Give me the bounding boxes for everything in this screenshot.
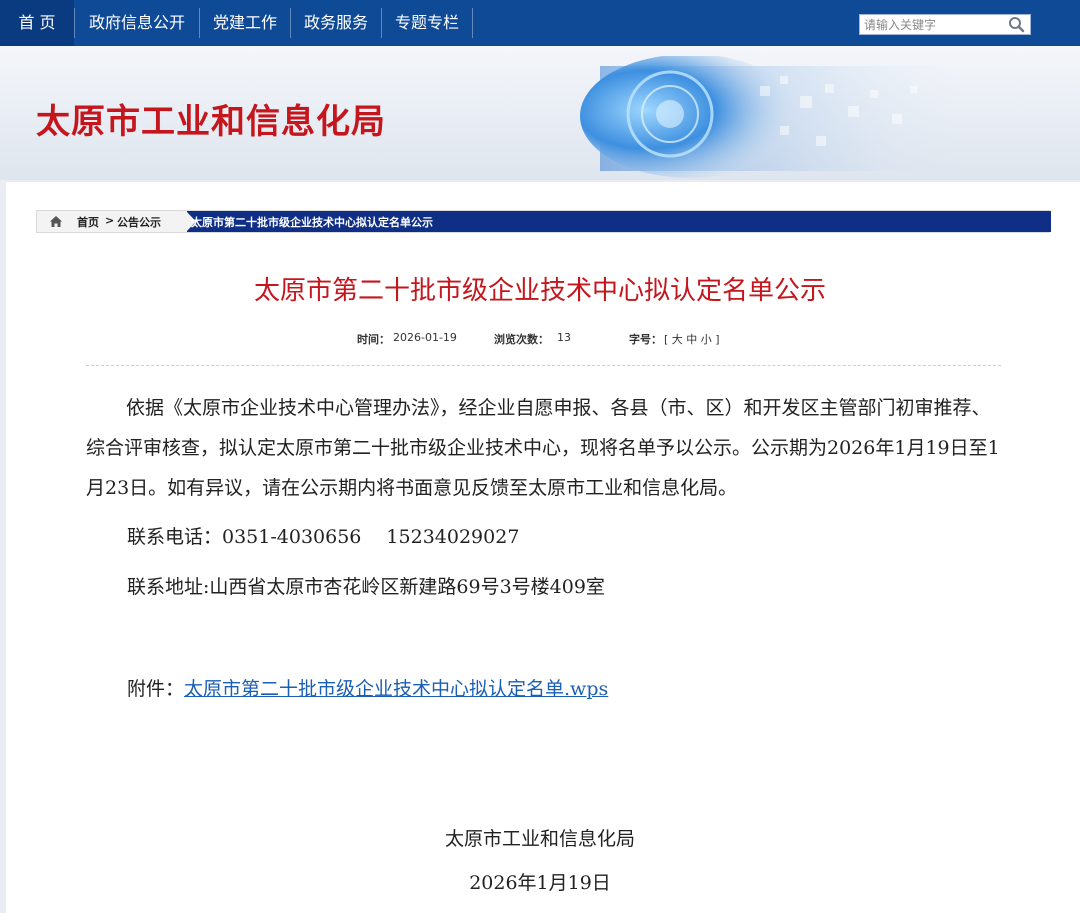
fontsize-bracket-open: [	[664, 333, 669, 346]
search-box	[859, 14, 1031, 35]
banner-tech-graphic	[580, 56, 960, 178]
breadcrumb-section-link[interactable]: 公告公示	[117, 214, 161, 230]
fontsize-label: 字号：	[629, 333, 662, 346]
site-title: 太原市工业和信息化局	[36, 102, 386, 142]
attachment-link[interactable]: 太原市第二十批市级企业技术中心拟认定名单.wps	[184, 678, 608, 700]
search-icon	[1009, 17, 1025, 33]
top-nav: 首 页 政府信息公开 党建工作 政务服务 专题专栏	[0, 0, 1080, 46]
breadcrumb-home-link[interactable]: 首页	[77, 214, 99, 230]
time-label: 时间：	[357, 333, 390, 346]
fontsize-medium-button[interactable]: 中	[686, 333, 697, 346]
nav-divider	[472, 8, 473, 38]
breadcrumb-current: 太原市第二十批市级企业技术中心拟认定名单公示	[191, 216, 433, 229]
title-divider	[86, 365, 1001, 366]
fontsize-bracket-close: ]	[715, 333, 720, 346]
attachment-label: 附件：	[127, 678, 185, 700]
views-label: 浏览次数：	[494, 333, 549, 346]
search-button[interactable]	[1006, 16, 1028, 33]
fontsize-control: [ 大 中 小 ]	[664, 331, 720, 347]
nav-item-party[interactable]: 党建工作	[200, 0, 290, 46]
contact-address: 联系地址:山西省太原市杏花岭区新建路69号3号楼409室	[127, 576, 605, 598]
signature-date: 2026年1月19日	[469, 872, 611, 894]
signature-org: 太原市工业和信息化局	[444, 828, 635, 850]
nav-item-services[interactable]: 政务服务	[291, 0, 381, 46]
nav-item-topics[interactable]: 专题专栏	[382, 0, 472, 46]
breadcrumb-separator: >	[105, 214, 115, 227]
article-paragraph: 依据《太原市企业技术中心管理办法》，经企业自愿申报、各县（市、区）和开发区主管部…	[86, 397, 1000, 499]
fontsize-small-button[interactable]: 小	[701, 333, 712, 346]
views-value: 13	[557, 331, 571, 344]
nav-item-gov-info[interactable]: 政府信息公开	[75, 0, 199, 46]
breadcrumb: 首页 > 公告公示 太原市第二十批市级企业技术中心拟认定名单公示	[36, 210, 1051, 233]
search-input[interactable]	[860, 15, 1006, 34]
contact-phone: 联系电话：0351-4030656 15234029027	[127, 526, 520, 548]
fontsize-large-button[interactable]: 大	[672, 333, 683, 346]
article-title: 太原市第二十批市级企业技术中心拟认定名单公示	[253, 276, 826, 306]
nav-item-home[interactable]: 首 页	[0, 0, 74, 46]
attachment: 附件：太原市第二十批市级企业技术中心拟认定名单.wps	[127, 674, 608, 701]
home-icon	[50, 216, 62, 227]
site-banner: 太原市工业和信息化局	[0, 46, 1080, 180]
time-value: 2026-01-19	[393, 331, 457, 344]
